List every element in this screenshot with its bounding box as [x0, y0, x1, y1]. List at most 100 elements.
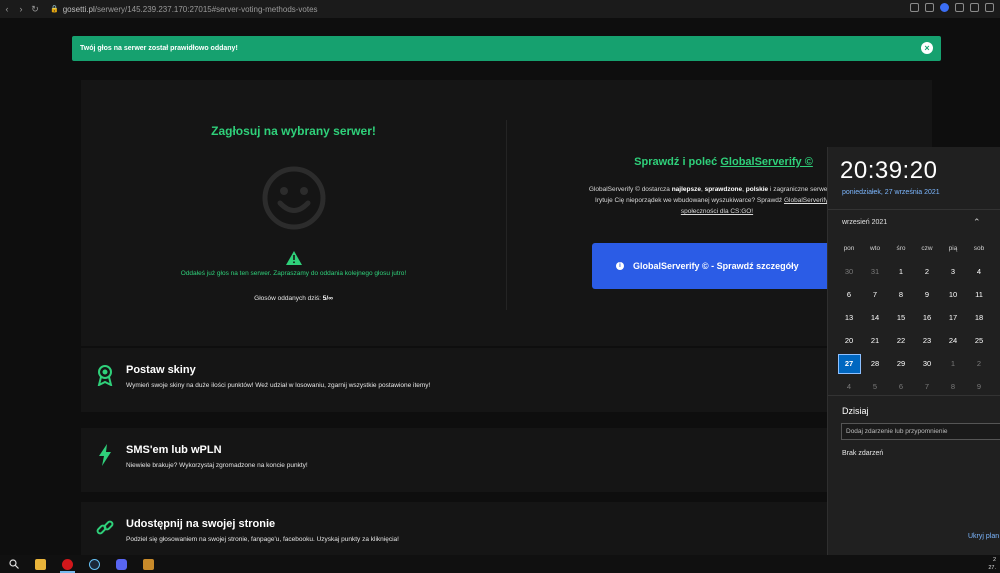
file-explorer-icon[interactable] [27, 555, 54, 573]
success-alert: Twój głos na serwer został prawidłowo od… [72, 36, 941, 61]
calendar-day[interactable]: 1 [940, 359, 966, 368]
clock-calendar-flyout: 20:39:20 poniedziałek, 27 września 2021 … [827, 147, 1000, 555]
calendar-day[interactable]: 31 [862, 267, 888, 276]
calendar-day[interactable]: 6 [888, 382, 914, 391]
tray-time: 2 [992, 557, 996, 563]
weekday: pon [843, 245, 855, 252]
tray-date: 27. [988, 565, 996, 571]
gs-desc-link[interactable]: społeczności dla CS:GO! [681, 208, 753, 215]
card-sms-wpln[interactable]: SMS'em lub wPLN Niewiele brakuje? Wykorz… [81, 428, 932, 492]
card-title: SMS'em lub wPLN [126, 444, 222, 456]
tray-clock[interactable]: 2 27. [988, 556, 996, 572]
calendar-day[interactable]: 4 [836, 382, 862, 391]
weekday: pią [948, 245, 958, 252]
calendar-day[interactable]: 25 [966, 336, 992, 345]
divider [828, 395, 1000, 396]
calendar-week: 20 21 22 23 24 25 [836, 329, 1000, 352]
clock-date[interactable]: poniedziałek, 27 września 2021 [842, 189, 940, 196]
weekday: wto [869, 245, 881, 252]
camera-icon[interactable] [910, 3, 919, 12]
weekday: sob [973, 245, 985, 252]
globalserverify-details-button[interactable]: i GlobalServerify © - Sprawdź szczegóły [592, 243, 852, 289]
lock-icon: 🔒 [50, 6, 59, 13]
taskbar: 2 27. [0, 555, 1000, 573]
gs-desc-bold: najlepsze [671, 186, 701, 193]
calendar-week: 27 28 29 30 1 2 [836, 352, 1000, 375]
votes-today-label: Głosów oddanych dziś: [254, 295, 321, 302]
votes-today: Głosów oddanych dziś: 5/∞ [81, 295, 506, 302]
calendar-day[interactable]: 10 [940, 290, 966, 299]
opera-icon[interactable] [54, 555, 81, 573]
gs-desc-bold: polskie [745, 186, 769, 193]
calendar-day[interactable]: 11 [966, 290, 992, 299]
clock-time: 20:39:20 [840, 157, 938, 184]
divider [828, 209, 1000, 210]
calendar-day[interactable]: 30 [914, 359, 940, 368]
link-icon [96, 520, 114, 535]
card-title: Udostępnij na swojej stronie [126, 518, 276, 530]
calendar-month[interactable]: wrzesień 2021 [842, 219, 887, 226]
calendar-grid: pon wto śro czw pią sob 30 31 1 2 3 4 6 … [836, 237, 1000, 398]
chevron-up-icon[interactable]: ⌃ [973, 217, 981, 228]
send-icon[interactable] [955, 3, 964, 12]
vote-title: Zagłosuj na wybrany serwer! [211, 124, 376, 138]
calendar-day[interactable]: 8 [888, 290, 914, 299]
weekday: śro [896, 245, 906, 252]
calendar-day[interactable]: 29 [888, 359, 914, 368]
calendar-day[interactable]: 6 [836, 290, 862, 299]
steam-icon[interactable] [81, 555, 108, 573]
gs-button-label: GlobalServerify © - Sprawdź szczegóły [633, 261, 799, 271]
calendar-day[interactable]: 5 [862, 382, 888, 391]
calendar-day[interactable]: 15 [888, 313, 914, 322]
award-icon [97, 365, 113, 386]
heart-icon[interactable] [970, 3, 979, 12]
votes-today-value: 5/∞ [322, 295, 333, 302]
search-icon[interactable] [0, 555, 27, 573]
calendar-day[interactable]: 21 [862, 336, 888, 345]
calendar-day[interactable]: 13 [836, 313, 862, 322]
close-icon[interactable]: × [921, 42, 933, 54]
agenda-today-label: Dzisiaj [842, 406, 869, 416]
calendar-day[interactable]: 4 [966, 267, 992, 276]
calendar-day[interactable]: 20 [836, 336, 862, 345]
calendar-day[interactable]: 2 [966, 359, 992, 368]
extension-icon[interactable] [925, 3, 934, 12]
calendar-day[interactable]: 22 [888, 336, 914, 345]
forward-icon[interactable]: › [14, 4, 28, 14]
back-icon[interactable]: ‹ [0, 4, 14, 14]
calendar-day[interactable]: 28 [862, 359, 888, 368]
lightning-icon [99, 444, 111, 466]
info-icon: i [616, 262, 624, 270]
calendar-day[interactable]: 30 [836, 267, 862, 276]
profile-icon[interactable] [940, 3, 949, 12]
calendar-day[interactable]: 18 [966, 313, 992, 322]
csgo-icon[interactable] [135, 555, 162, 573]
calendar-day[interactable]: 16 [914, 313, 940, 322]
discord-icon[interactable] [108, 555, 135, 573]
reload-icon[interactable]: ↻ [28, 4, 42, 15]
add-event-input[interactable]: Dodaj zdarzenie lub przypomnienie [841, 423, 1000, 440]
calendar-day[interactable]: 23 [914, 336, 940, 345]
calendar-day[interactable]: 2 [914, 267, 940, 276]
alert-text: Twój głos na serwer został prawidłowo od… [80, 45, 238, 52]
card-postaw-skiny[interactable]: Postaw skiny Wymień swoje skiny na duże … [81, 348, 932, 412]
calendar-day[interactable]: 7 [914, 382, 940, 391]
hide-plan-link[interactable]: Ukryj plan [968, 533, 999, 540]
calendar-day[interactable]: 14 [862, 313, 888, 322]
calendar-day[interactable]: 7 [862, 290, 888, 299]
calendar-week: 13 14 15 16 17 18 [836, 306, 1000, 329]
calendar-day-today[interactable]: 27 [837, 353, 861, 374]
calendar-day[interactable]: 9 [914, 290, 940, 299]
calendar-day[interactable]: 24 [940, 336, 966, 345]
url-path: /serwery/145.239.237.170:27015#server-vo… [94, 4, 318, 14]
calendar-day[interactable]: 9 [966, 382, 992, 391]
gs-title-link[interactable]: GlobalServerify © [720, 156, 812, 168]
menu-icon[interactable] [985, 3, 994, 12]
url-domain: gosetti.pl [62, 4, 95, 14]
calendar-day[interactable]: 17 [940, 313, 966, 322]
calendar-day[interactable]: 1 [888, 267, 914, 276]
card-title: Postaw skiny [126, 364, 196, 376]
address-bar[interactable]: 🔒 gosetti.pl/serwery/145.239.237.170:270… [50, 5, 318, 14]
calendar-day[interactable]: 3 [940, 267, 966, 276]
calendar-day[interactable]: 8 [940, 382, 966, 391]
